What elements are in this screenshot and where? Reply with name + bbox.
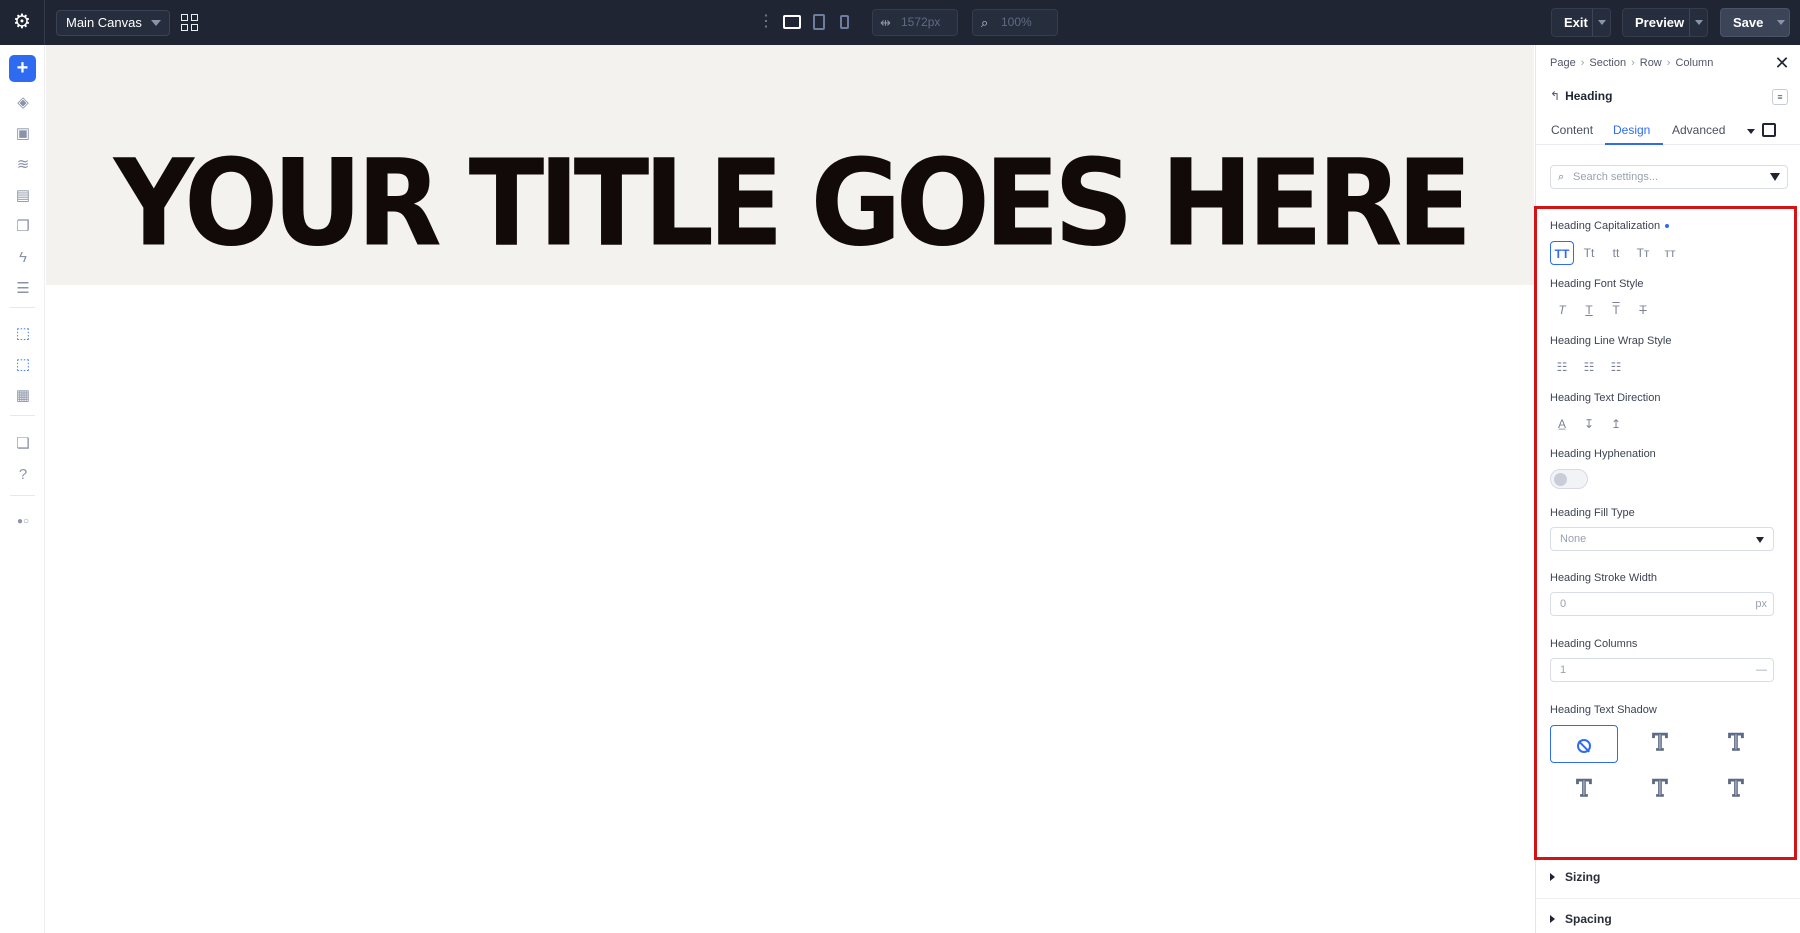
search-icon: ⌕	[1558, 171, 1565, 183]
toolbar-divider	[44, 0, 45, 45]
save-button-label: Save	[1733, 15, 1764, 30]
database-icon[interactable]: ≋	[12, 154, 34, 176]
chevron-right-icon	[1550, 873, 1555, 881]
canvas-selector-label: Main Canvas	[66, 15, 142, 30]
back-arrow-icon[interactable]: ↰	[1550, 89, 1560, 103]
zoom-search-icon: ⌕	[981, 15, 989, 30]
exit-button[interactable]: Exit	[1551, 8, 1611, 37]
left-sidebar: + ◈ ▣ ≋ ▤ ❐ ϟ ☰ ⬚ ⬚ ▦ ❏ ? ●○	[0, 45, 45, 933]
theme-toggle-icon[interactable]: ●○	[12, 511, 34, 533]
lightning-icon[interactable]: ϟ	[12, 247, 34, 269]
breadcrumb-row[interactable]: Row	[1640, 57, 1662, 69]
section-divider	[1536, 898, 1800, 899]
preview-button-label: Preview	[1635, 15, 1685, 30]
preview-button[interactable]: Preview	[1622, 8, 1708, 37]
preview-dropdown-icon[interactable]	[1689, 9, 1707, 36]
save-button[interactable]: Save	[1720, 8, 1790, 37]
tab-design[interactable]: Design	[1613, 123, 1650, 137]
canvas-grid-icon[interactable]	[181, 14, 198, 31]
canvas-width-field[interactable]: ⇹ 1572px	[872, 9, 958, 36]
heading-module[interactable]: YOUR TITLE GOES HERE	[46, 144, 1534, 264]
section-spacing[interactable]: Spacing	[1550, 912, 1612, 926]
sliders-icon[interactable]: ☰	[12, 278, 34, 300]
settings-search-input[interactable]: ⌕ Search settings...	[1550, 165, 1788, 189]
module-title: ↰ Heading	[1550, 89, 1612, 103]
phone-view-icon[interactable]	[840, 15, 849, 29]
multi-select-icon[interactable]: ⬚	[12, 354, 34, 376]
panel-tabs: Content Design Advanced	[1536, 115, 1800, 145]
zoom-field[interactable]: ⌕ 100%	[972, 9, 1058, 36]
help-icon[interactable]: ?	[12, 464, 34, 486]
exit-button-label: Exit	[1564, 15, 1588, 30]
rail-divider	[10, 415, 35, 416]
close-icon[interactable]: ✕	[1774, 54, 1790, 72]
tablet-view-icon[interactable]	[813, 14, 825, 30]
breadcrumb: Page › Section › Row › Column	[1550, 57, 1714, 69]
active-tab-indicator	[1605, 143, 1663, 145]
rail-divider	[10, 307, 35, 308]
breadcrumb-section[interactable]: Section	[1589, 57, 1626, 69]
chevron-down-icon	[151, 20, 161, 26]
library-icon[interactable]: ▣	[12, 123, 34, 145]
more-vertical-icon[interactable]: ⋮	[758, 14, 774, 30]
zoom-value: 100%	[1001, 15, 1032, 29]
breadcrumb-column[interactable]: Column	[1675, 57, 1713, 69]
rail-divider	[10, 495, 35, 496]
module-options-icon[interactable]: ≡	[1772, 89, 1788, 105]
filter-icon[interactable]	[1770, 173, 1780, 181]
canvas-width-value: 1572px	[901, 15, 941, 29]
width-arrows-icon: ⇹	[880, 15, 891, 30]
pages-icon[interactable]: ❐	[12, 216, 34, 238]
chevron-down-icon[interactable]	[1747, 129, 1755, 134]
breadcrumb-page[interactable]: Page	[1550, 57, 1576, 69]
preset-square-icon[interactable]	[1762, 123, 1776, 137]
layout-history-icon[interactable]: ▦	[12, 385, 34, 407]
desktop-view-icon[interactable]	[783, 15, 801, 29]
canvas-empty-area[interactable]	[46, 285, 1534, 933]
chevron-right-icon	[1550, 915, 1555, 923]
module-title-label: Heading	[1565, 89, 1613, 103]
save-dropdown-icon[interactable]	[1771, 9, 1789, 36]
template-icon[interactable]: ▤	[12, 185, 34, 207]
canvas-selector[interactable]: Main Canvas	[56, 10, 170, 36]
settings-gear-icon[interactable]: ⚙	[10, 10, 34, 34]
tab-content[interactable]: Content	[1551, 123, 1593, 137]
windows-icon[interactable]: ❏	[12, 433, 34, 455]
tab-advanced[interactable]: Advanced	[1672, 123, 1725, 137]
add-module-button[interactable]: +	[9, 55, 36, 82]
highlight-annotation-box	[1534, 206, 1797, 860]
section-sizing[interactable]: Sizing	[1550, 870, 1600, 884]
top-toolbar: ⚙ Main Canvas ⋮ ⇹ 1572px ⌕ 100% Exit Pre…	[0, 0, 1800, 45]
select-cursor-icon[interactable]: ⬚	[12, 323, 34, 345]
layers-icon[interactable]: ◈	[12, 92, 34, 114]
exit-dropdown-icon[interactable]	[1592, 9, 1610, 36]
hero-section[interactable]: YOUR TITLE GOES HERE	[46, 45, 1534, 285]
search-placeholder: Search settings...	[1573, 171, 1658, 183]
